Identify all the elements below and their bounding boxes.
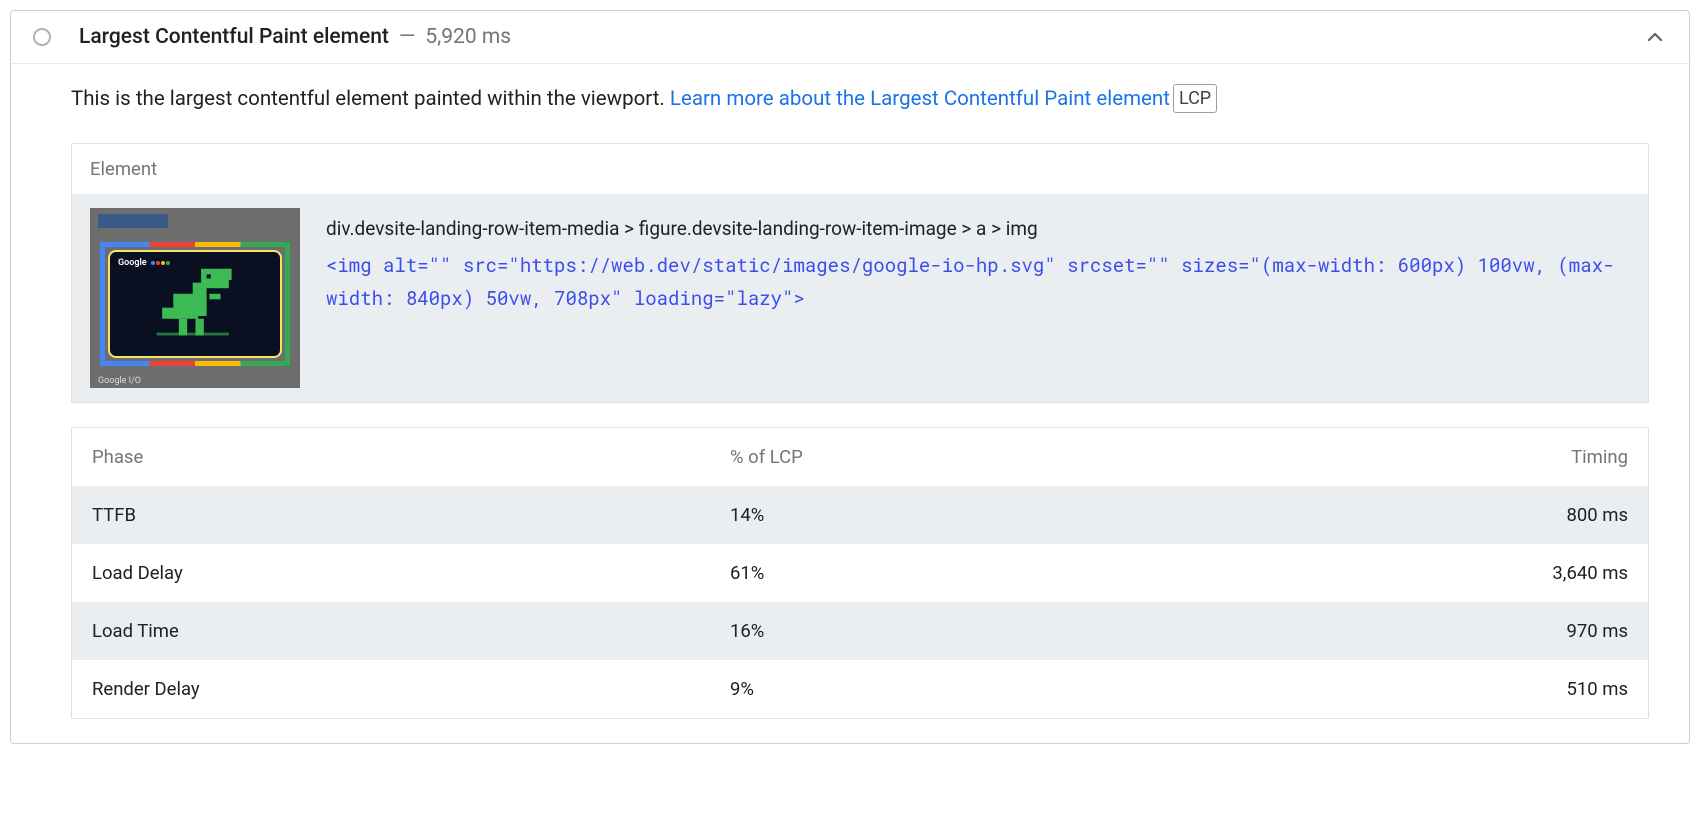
col-header-pct: % of LCP (730, 446, 1368, 468)
title-separator: — (389, 25, 425, 49)
audit-description: This is the largest contentful element p… (71, 84, 1649, 115)
col-header-phase: Phase (92, 446, 730, 468)
audit-body: This is the largest contentful element p… (11, 64, 1689, 743)
audit-timing-value: 5,920 ms (425, 25, 511, 49)
lcp-badge: LCP (1173, 84, 1217, 113)
lcp-audit-panel: Largest Contentful Paint element — 5,920… (10, 10, 1690, 744)
cell-pct: 61% (730, 562, 1368, 584)
cell-pct: 9% (730, 678, 1368, 700)
cell-timing: 510 ms (1368, 678, 1628, 700)
cell-timing: 3,640 ms (1368, 562, 1628, 584)
audit-header[interactable]: Largest Contentful Paint element — 5,920… (11, 11, 1689, 64)
cell-pct: 16% (730, 620, 1368, 642)
table-row: Load Time 16% 970 ms (72, 602, 1648, 660)
cell-phase: Render Delay (92, 678, 730, 700)
cell-timing: 970 ms (1368, 620, 1628, 642)
thumb-caption: Google I/O (98, 376, 141, 386)
cell-pct: 14% (730, 504, 1368, 526)
table-row: Render Delay 9% 510 ms (72, 660, 1648, 718)
element-row: Google (72, 194, 1648, 402)
cell-phase: Load Time (92, 620, 730, 642)
element-code-snippet: <img alt="" src="https://web.dev/static/… (326, 249, 1630, 316)
chevron-up-icon[interactable] (1643, 25, 1667, 49)
cell-phase: TTFB (92, 504, 730, 526)
table-row: TTFB 14% 800 ms (72, 486, 1648, 544)
table-header-row: Phase % of LCP Timing (72, 428, 1648, 486)
learn-more-link[interactable]: Learn more about the Largest Contentful … (670, 87, 1170, 111)
status-circle-icon (33, 28, 51, 46)
dino-icon (118, 266, 272, 341)
element-card-header: Element (72, 144, 1648, 194)
col-header-timing: Timing (1368, 446, 1628, 468)
phase-table: Phase % of LCP Timing TTFB 14% 800 ms Lo… (71, 427, 1649, 719)
table-row: Load Delay 61% 3,640 ms (72, 544, 1648, 602)
element-card: Element Google (71, 143, 1649, 403)
element-text: div.devsite-landing-row-item-media > fig… (326, 208, 1630, 388)
cell-timing: 800 ms (1368, 504, 1628, 526)
element-selector-path: div.devsite-landing-row-item-media > fig… (326, 212, 1630, 245)
thumb-brand-text: Google (118, 258, 147, 268)
description-text: This is the largest contentful element p… (71, 87, 670, 111)
audit-title: Largest Contentful Paint element (79, 25, 389, 49)
cell-phase: Load Delay (92, 562, 730, 584)
element-thumbnail: Google (90, 208, 300, 388)
